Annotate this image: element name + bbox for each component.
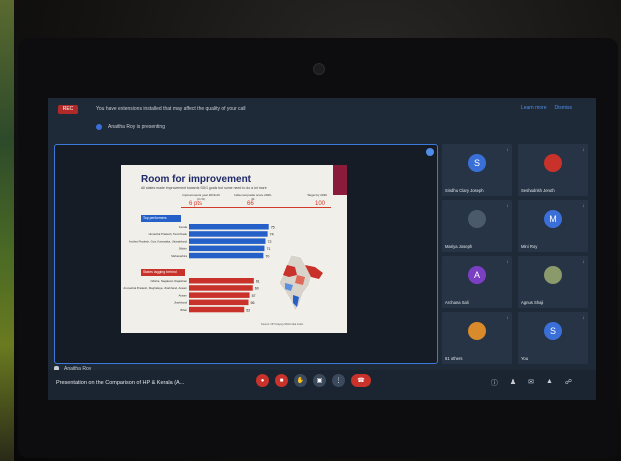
participant-grid: ⁞ S Sindhu Clary Joseph ⁞ Seshadrish Jeruth ⁞… [442,144,590,364]
participant-photo [468,210,486,228]
camera-icon [313,63,325,75]
bar [189,285,253,291]
recording-badge: REC [58,104,78,114]
india-map [278,254,324,312]
learn-more-link[interactable]: Learn more [521,105,547,111]
participant-name: Mini Roy [521,244,538,249]
bar-value-label: 70 [265,254,269,258]
bar [189,245,265,252]
present-button[interactable]: ▣ [313,374,326,387]
meeting-toolbar: Presentation on the Comparison of HP & K… [48,370,596,400]
participant-tile[interactable]: ⁞ A Archana Sali [442,256,512,308]
bar-category-label: Arunachal Pradesh, Meghalaya, Jharkhand,… [123,286,187,290]
avatar: S [544,322,562,340]
bar [189,278,254,284]
dismiss-link[interactable]: Dismiss [555,105,573,111]
avatar: A [468,266,486,284]
bar-value-label: 71 [266,247,270,251]
participant-tile[interactable]: ⁞ M Mini Roy [518,200,588,252]
bar-category-label: Maharashtra [171,254,187,258]
warning-text: You have extensions installed that may a… [96,106,246,112]
mic-off-button[interactable]: ● [256,374,269,387]
bar-category-label: Jharkhand [174,301,188,305]
participant-tile[interactable]: ⁞ Agnus Shaji [518,256,588,308]
bar-category-label: Bihar [180,308,187,312]
bar [189,299,249,306]
bar [189,292,250,298]
participant-name: Agnus Shaji [521,300,544,305]
participant-photo [544,154,562,172]
bar-value-label: 75 [271,226,275,230]
bar-category-label: Andhra Pradesh, Goa, Karnataka, Uttarakh… [129,239,188,243]
right-controls: ⓘ ♟ ✉ ▲ ☍ [491,378,572,388]
raise-hand-button[interactable]: ✋ [294,374,307,387]
bar-value-label: 52 [246,308,250,312]
bar-value-label: 61 [256,280,260,284]
bar [189,306,245,313]
chat-icon[interactable]: ✉ [528,378,534,388]
participant-tile[interactable]: ⁞ S You [518,312,588,364]
bar-category-label: Kerala [179,225,188,229]
activities-icon[interactable]: ▲ [546,378,553,388]
slide-source: Source: NITI Aayog SDG India Index [261,323,304,326]
background-strip [0,0,14,461]
tile-menu-icon[interactable]: ⁞ [507,203,508,208]
call-controls: ● ■ ✋ ▣ ⋮ ☎ [256,374,371,387]
participant-tile[interactable]: ⁞ Mariya Joseph [442,200,512,252]
bar-value-label: 74 [270,233,274,237]
bar-category-label: Assam [178,293,187,297]
photo-frame: REC You have extensions installed that m… [0,0,621,461]
participant-name: Archana Sali [445,300,469,305]
bar [189,224,269,230]
presentation-slide: Room for improvement All states made imp… [121,165,347,333]
people-icon[interactable]: ♟ [510,378,516,388]
avatar: M [544,210,562,228]
bar-category-label: Sikkim [179,247,188,251]
tile-menu-icon[interactable]: ⁞ [583,259,584,264]
participant-name: Sindhu Clary Joseph [445,188,484,193]
more-options-button[interactable]: ⋮ [332,374,345,387]
pin-icon[interactable] [426,148,434,156]
avatar [468,322,486,340]
participant-name: 61 others [445,356,463,361]
avatar: S [468,154,486,172]
bar-value-label: 56 [251,301,255,305]
bar-value-label: 57 [252,294,256,298]
presenting-text: Anaitha Roy is presenting [108,124,165,130]
bar-category-label: Himachal Pradesh, Tamil Nadu [149,232,188,236]
bar-value-label: 60 [255,287,259,291]
participant-tile[interactable]: ⁞ Seshadrish Jeruth [518,144,588,196]
tile-menu-icon[interactable]: ⁞ [583,203,584,208]
tile-menu-icon[interactable]: ⁞ [507,259,508,264]
bar [189,231,268,237]
participant-photo [544,266,562,284]
tile-menu-icon[interactable]: ⁞ [507,147,508,152]
participant-name: Mariya Joseph [445,244,473,249]
tile-menu-icon[interactable]: ⁞ [583,315,584,320]
tile-menu-icon[interactable]: ⁞ [583,147,584,152]
participant-tile[interactable]: ⁞ 61 others [442,312,512,364]
info-icon[interactable]: ⓘ [491,378,498,388]
present-icon [96,124,102,130]
tile-menu-icon[interactable]: ⁞ [507,315,508,320]
participant-name: You [521,356,529,361]
bar-category-label: Odisha, Nagaland, Rajasthan [150,279,187,283]
participant-name: Seshadrish Jeruth [521,188,555,193]
bar-value-label: 72 [268,240,272,244]
bar [189,238,266,244]
end-call-button[interactable]: ☎ [351,374,371,387]
host-controls-icon[interactable]: ☍ [565,378,572,388]
camera-off-button[interactable]: ■ [275,374,288,387]
meeting-screen: REC You have extensions installed that m… [48,98,596,400]
meeting-title[interactable]: Presentation on the Comparison of HP & K… [56,380,184,386]
presentation-stage[interactable]: Room for improvement All states made imp… [54,144,438,364]
bar [189,252,264,259]
presenting-banner: Anaitha Roy is presenting [96,124,165,130]
extension-warning-bar: REC You have extensions installed that m… [48,98,596,120]
participant-tile[interactable]: ⁞ S Sindhu Clary Joseph [442,144,512,196]
